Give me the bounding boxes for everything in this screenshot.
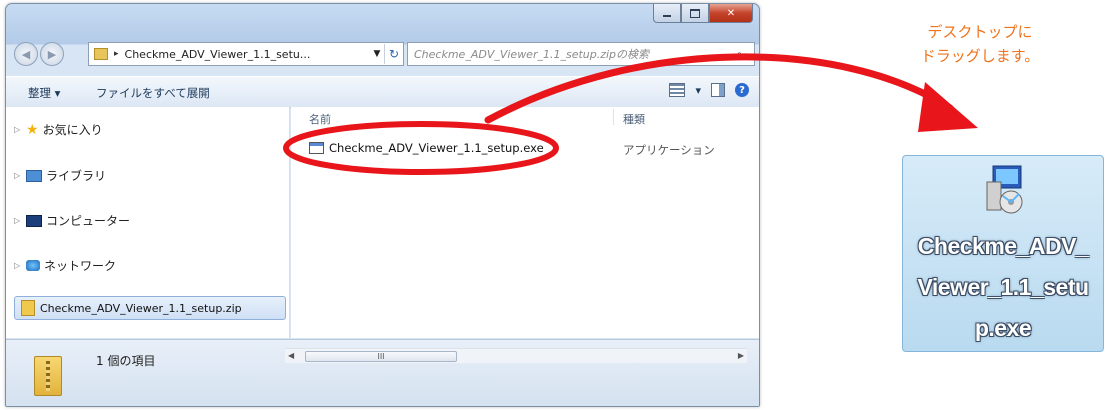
preview-pane-icon[interactable]: [711, 83, 725, 97]
nav-item-selected-zip[interactable]: Checkme_ADV_Viewer_1.1_setup.zip: [14, 296, 286, 320]
computer-icon: [26, 214, 42, 227]
organize-button[interactable]: 整理 ▾: [28, 85, 60, 101]
nav-label-zip: Checkme_ADV_Viewer_1.1_setup.zip: [40, 301, 242, 315]
navigation-pane: ▷ ★ お気に入り ▷ ライブラリ ▷ コンピューター ▷ ネットワーク Che…: [6, 107, 290, 338]
folder-icon: [94, 48, 108, 60]
instruction-text: デスクトップに ドラッグします。: [875, 20, 1085, 68]
chevron-down-icon[interactable]: ▼: [370, 49, 384, 59]
help-icon[interactable]: ?: [735, 83, 749, 97]
zip-icon: [21, 300, 35, 316]
maximize-button[interactable]: [681, 4, 709, 23]
file-name: Checkme_ADV_Viewer_1.1_setup.exe: [329, 141, 544, 155]
extract-all-button[interactable]: ファイルをすべて展開: [96, 85, 210, 101]
search-placeholder: Checkme_ADV_Viewer_1.1_setup.zipの検索: [414, 48, 650, 61]
nav-label-favorites: お気に入り: [42, 123, 103, 137]
refresh-icon[interactable]: ↻: [384, 44, 403, 64]
search-input[interactable]: Checkme_ADV_Viewer_1.1_setup.zipの検索 ⌕: [407, 42, 755, 66]
nav-label-computer: コンピューター: [46, 214, 131, 228]
breadcrumb-separator-icon: ▸: [114, 49, 119, 59]
file-type: アプリケーション: [623, 143, 715, 157]
nav-item-network[interactable]: ▷ ネットワーク: [14, 257, 116, 274]
exe-icon: [309, 142, 324, 154]
view-options-icon[interactable]: [669, 83, 686, 97]
nav-item-computer[interactable]: ▷ コンピューター: [14, 212, 130, 229]
column-header-type[interactable]: 種類: [623, 111, 645, 127]
nav-item-favorites[interactable]: ▷ ★ お気に入り: [14, 121, 103, 138]
view-dropdown-icon[interactable]: ▾: [695, 84, 701, 97]
drag-arrow-head: [918, 82, 978, 132]
explorer-window: ✕ ◀ ▶ ▸ Checkme_ADV_Viewer_1.1_setu... ▼…: [5, 3, 760, 407]
star-icon: ★: [26, 121, 39, 138]
view-controls: ▾ ?: [669, 83, 749, 97]
search-icon[interactable]: ⌕: [736, 47, 754, 62]
installer-icon: [986, 165, 1023, 214]
command-bar: 整理 ▾ ファイルをすべて展開 ▾ ?: [6, 76, 759, 108]
navigation-row: ◀ ▶ ▸ Checkme_ADV_Viewer_1.1_setu... ▼ ↻…: [6, 40, 759, 68]
scroll-right-icon[interactable]: ▶: [738, 351, 744, 360]
desktop-icon-label: Checkme_ADV_ Viewer_1.1_setu p.exe: [903, 226, 1103, 349]
scroll-left-icon[interactable]: ◀: [288, 351, 294, 360]
desktop-label-line-1: Checkme_ADV_: [917, 233, 1089, 259]
expand-icon[interactable]: ▷: [14, 125, 22, 134]
instruction-line-2: ドラッグします。: [920, 47, 1040, 65]
close-button[interactable]: ✕: [709, 4, 753, 23]
scroll-thumb[interactable]: III: [305, 351, 457, 362]
network-icon: [26, 260, 40, 271]
expand-icon[interactable]: ▷: [14, 171, 22, 180]
expand-icon[interactable]: ▷: [14, 261, 22, 270]
instruction-line-1: デスクトップに: [927, 23, 1033, 41]
horizontal-scrollbar[interactable]: ◀ III ▶: [285, 348, 747, 363]
zip-icon: [34, 356, 62, 396]
nav-item-libraries[interactable]: ▷ ライブラリ: [14, 167, 106, 184]
expand-icon[interactable]: ▷: [14, 216, 22, 225]
desktop-installer-shortcut[interactable]: Checkme_ADV_ Viewer_1.1_setu p.exe: [902, 155, 1104, 352]
file-list: 名前 種類 Checkme_ADV_Viewer_1.1_setup.exe ア…: [291, 107, 759, 338]
caption-buttons: ✕: [653, 4, 753, 23]
nav-label-libraries: ライブラリ: [46, 169, 107, 183]
desktop-label-line-3: p.exe: [974, 315, 1032, 341]
minimize-button[interactable]: [653, 4, 681, 23]
back-icon[interactable]: ◀: [14, 42, 38, 66]
address-text: Checkme_ADV_Viewer_1.1_setu...: [124, 47, 311, 61]
library-icon: [26, 169, 42, 182]
item-count: 1 個の項目: [96, 354, 156, 368]
column-header-name[interactable]: 名前: [309, 111, 331, 127]
column-divider[interactable]: [613, 109, 614, 125]
file-item-exe[interactable]: Checkme_ADV_Viewer_1.1_setup.exe: [309, 141, 544, 155]
address-bar[interactable]: ▸ Checkme_ADV_Viewer_1.1_setu... ▼ ↻: [88, 42, 404, 66]
desktop-label-line-2: Viewer_1.1_setu: [917, 274, 1089, 300]
nav-label-network: ネットワーク: [44, 259, 117, 273]
forward-icon[interactable]: ▶: [40, 42, 64, 66]
